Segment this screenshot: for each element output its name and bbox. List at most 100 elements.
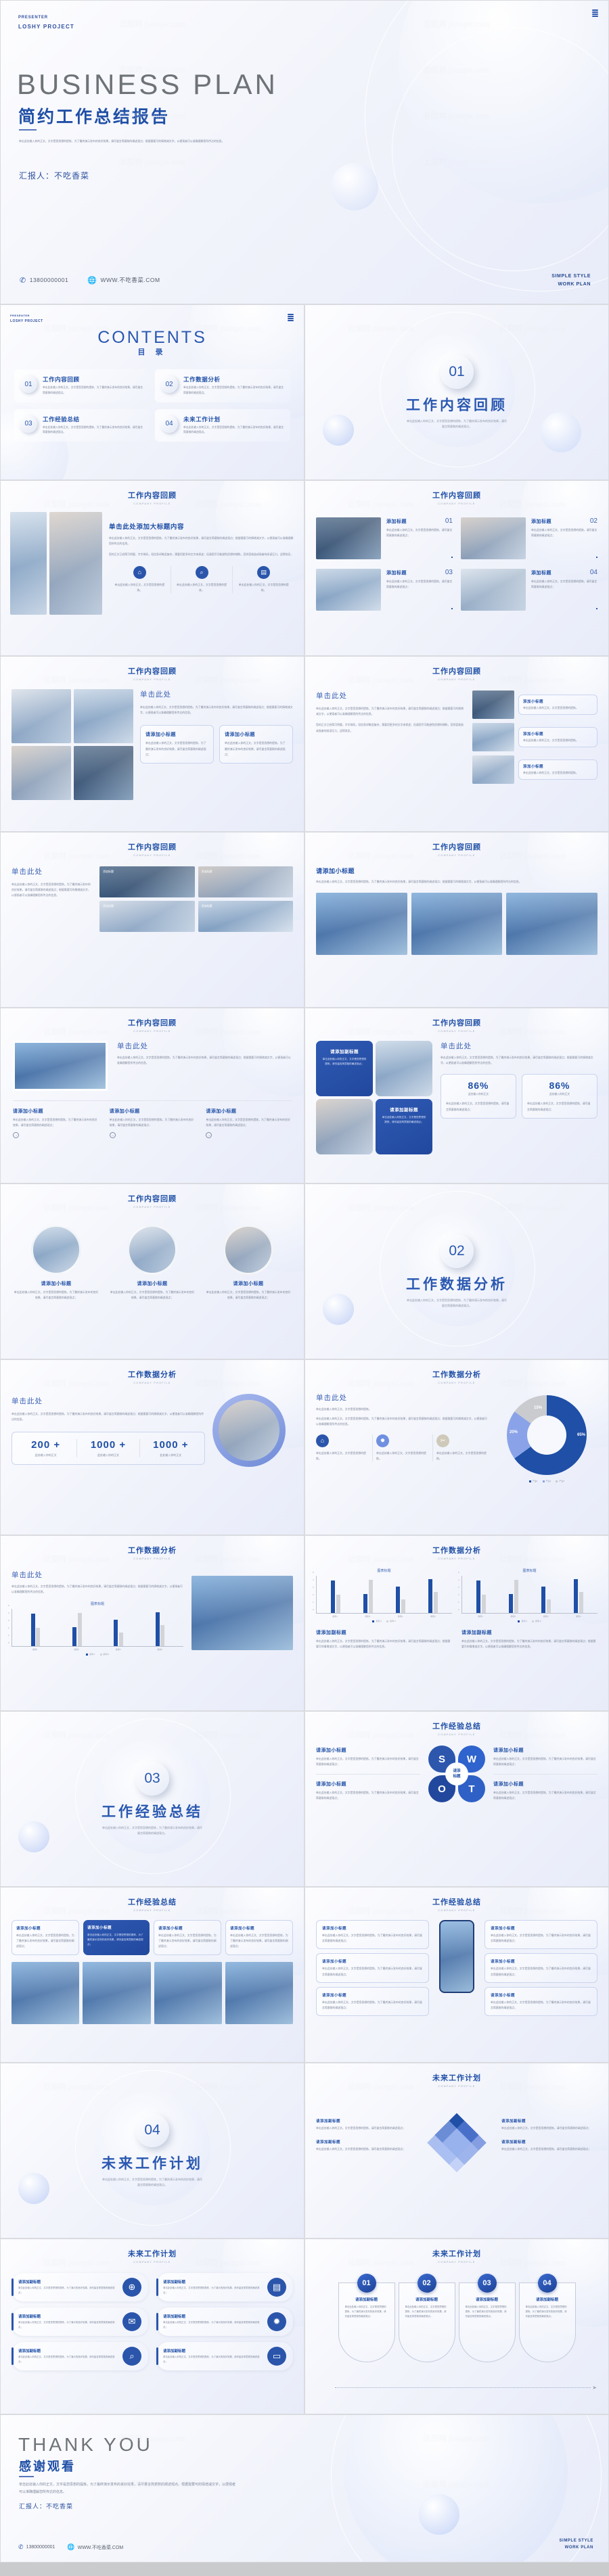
stat-item[interactable]: 200 + 此处输入你的正文 [15,1439,78,1458]
diamond-block[interactable]: 请添加副标题 单击此处输入你的正文，文字是您思想的提炼，请尽量言简意赅的阐述观点… [501,2139,597,2152]
swot-block[interactable]: 请添加小标题 单击此处输入你的正文，文字是您思想的提炼，为了最终演示发布的良好效… [493,1747,597,1767]
slide-content-list-rows[interactable]: 佳图网 jiatupic.com 佳图网 jiatupic.com 工作内容回顾 … [304,656,609,832]
contact-website[interactable]: 🌐 WWW.不吃香菜.COM [67,2544,123,2551]
stat-item[interactable]: 1000 + 此处输入你的正文 [77,1439,140,1458]
arrow-right-icon[interactable]: → [13,1132,19,1139]
step-number: 02 [417,2274,436,2293]
pill-item[interactable]: 请添加副标题 单击此处输入你的正文，文字是您思想的提炼，为了演示的良好效果，请尽… [12,2342,148,2370]
pill-item[interactable]: 请添加副标题 单击此处输入你的正文，文字是您思想的提炼，为了演示的良好效果，请尽… [156,2273,293,2301]
pill-item[interactable]: 请添加副标题 单击此处输入你的正文，文字是您思想的提炼，为了演示的良好效果，请尽… [12,2273,148,2301]
exp-row[interactable]: 请添加小标题 单击此处输入你的正文，文字是您思想的提炼，为了最终演示发布的良好效… [316,1953,429,1983]
menu-icon[interactable] [288,314,294,321]
pill-item[interactable]: 请添加副标题 单击此处输入你的正文，文字是您思想的提炼，为了演示的良好效果，请尽… [156,2308,293,2336]
circle-item[interactable]: 请添加小标题 单击此处输入你的正文，文字是您思想的提炼，为了最终演示发布的良好效… [13,1225,99,1301]
exp-box[interactable]: 请添加小标题 单击此处输入你的正文，文字是您思想的提炼，为了最终演示发布的良好效… [154,1920,221,1955]
timeline-step[interactable]: 02 请添加副标题 单击此处输入你的正文，文字是您思想的提炼，为了最终演示发布的… [398,2274,455,2362]
diamond-block[interactable]: 请添加副标题 单击此处输入你的正文，文字是您思想的提炼，请尽量言简意赅的阐述观点… [501,2118,597,2131]
contact-website[interactable]: 🌐 WWW.不吃香菜.COM [87,276,160,285]
contents-item[interactable]: 01 工作内容回顾 单击此处输入你的正文，文字是您思想的提炼，为了最终演示发布的良… [14,369,150,402]
exp-row[interactable]: 请添加小标题 单击此处输入你的正文，文字是您思想的提炼，为了最终演示发布的良好效… [316,1920,429,1950]
exp-row[interactable]: 请添加小标题 单击此处输入你的正文，文字是您思想的提炼，为了最终演示发布的良好效… [484,1986,597,2017]
slide-stats[interactable]: 佳图网 jiatupic.com 佳图网 jiatupic.com 工作数据分析 … [0,1359,304,1535]
box-title: 请添加小标题 [16,1927,41,1931]
slide-future-timeline[interactable]: 佳图网 jiatupic.com 佳图网 jiatupic.com 未来工作计划 … [304,2239,609,2414]
swot-block[interactable]: 请添加小标题 单击此处输入你的正文，文字是您思想的提炼，为了最终演示发布的良好效… [316,1781,420,1801]
feature-block[interactable]: 请添加小标题 单击此处输入你的正文，文字是您思想的提炼，为了最终演示发布的良好效… [109,1108,196,1139]
circle-item[interactable]: 请添加小标题 单击此处输入你的正文，文字是您思想的提炼，为了最终演示发布的良好效… [109,1225,196,1301]
slide-content-circles[interactable]: 佳图网 jiatupic.com 佳图网 jiatupic.com 工作内容回顾 … [0,1184,304,1359]
percent-card[interactable]: 86% 此处输入你的正文 单击此处输入你的正文，文字是您思想的提炼，请尽量言简意… [522,1074,597,1119]
gear-icon: ✹ [376,1434,389,1447]
feature-item[interactable]: ⌕ 单击此处输入你的正文，文字是您思想的提炼。 [171,565,233,594]
pill-item[interactable]: 请添加副标题 单击此处输入你的正文，文字是您思想的提炼，为了演示的良好效果，请尽… [12,2308,148,2336]
slide-content-mosaic[interactable]: 佳图网 jiatupic.com 佳图网 jiatupic.com 工作内容回顾 … [0,656,304,832]
exp-box-blue[interactable]: 请添加小标题 单击此处输入你的正文，文字是您思想的提炼，为了最终演示发布的良好效… [83,1920,150,1955]
slide-section-01[interactable]: 佳图网 jiatupic.com 佳图网 jiatupic.com 01 工作内容… [304,304,609,480]
slide-content-percent[interactable]: 佳图网 jiatupic.com 佳图网 jiatupic.com 工作内容回顾 … [304,1008,609,1184]
slide-future-pills[interactable]: 佳图网 jiatupic.com 佳图网 jiatupic.com 未来工作计划 … [0,2239,304,2414]
diamond-block[interactable]: 请添加副标题 单击此处输入你的正文，文字是您思想的提炼，请尽量言简意赅的阐述观点… [316,2139,412,2152]
photo-card[interactable]: 添加标题 01 单击此处输入你的正文，文字是您思想的提炼，请尽量言简意赅的阐述观… [316,517,453,559]
slide-section-03[interactable]: 佳图网 jiatupic.com 佳图网 jiatupic.com 03 工作经验… [0,1711,304,1887]
list-row[interactable]: 添加小标题 单击此处输入你的正文，文字是您思想的提炼。 [472,690,597,719]
swot-block[interactable]: 请添加小标题 单击此处输入你的正文，文字是您思想的提炼，为了最终演示发布的良好效… [316,1747,420,1767]
slide-section-04[interactable]: 佳图网 jiatupic.com 佳图网 jiatupic.com 04 未来工作… [0,2063,304,2239]
slide-content-grid-photos[interactable]: 佳图网 jiatupic.com 佳图网 jiatupic.com 工作内容回顾 … [0,832,304,1008]
info-box[interactable]: 请添加小标题 单击此处输入你的正文，文字是您思想的提炼，为了最终演示发布的良好效… [219,725,293,764]
slide-section-02[interactable]: 佳图网 jiatupic.com 佳图网 jiatupic.com 02 工作数据… [304,1184,609,1359]
photo-card[interactable]: 添加标题 04 单击此处输入你的正文，文字是您思想的提炼，请尽量言简意赅的阐述观… [461,569,597,611]
contents-item[interactable]: 04 未来工作计划 单击此处输入你的正文，文字是您思想的提炼，为了最终演示发布的良… [155,408,290,442]
list-row[interactable]: 添加小标题 单击此处输入你的正文，文字是您思想的提炼。 [472,723,597,751]
slide-contents[interactable]: 佳图网 jiatupic.com 佳图网 jiatupic.com PRESENT… [0,304,304,480]
pill-item[interactable]: 请添加副标题 单击此处输入你的正文，文字是您思想的提炼，为了演示的良好效果，请尽… [156,2342,293,2370]
contact-phone[interactable]: ✆ 13800000001 [18,2544,55,2551]
feature-item[interactable]: ✹ 单击此处输入你的正文，文字是您思想的提炼。 [373,1434,433,1462]
slide-donut-chart[interactable]: 佳图网 jiatupic.com 佳图网 jiatupic.com 工作数据分析 … [304,1359,609,1535]
exp-row[interactable]: 请添加小标题 单击此处输入你的正文，文字是您思想的提炼，为了最终演示发布的良好效… [484,1953,597,1983]
slide-content-photos-icons[interactable]: 佳图网 jiatupic.com 佳图网 jiatupic.com 工作内容回顾 … [0,480,304,656]
feature-block[interactable]: 请添加小标题 单击此处输入你的正文，文字是您思想的提炼，为了最终演示发布的良好效… [206,1108,292,1139]
feature-item[interactable]: ✂ 单击此处输入你的正文，文字是您思想的提炼。 [433,1434,489,1461]
exp-row[interactable]: 请添加小标题 单击此处输入你的正文，文字是您思想的提炼，为了最终演示发布的良好效… [316,1986,429,2017]
slide-experience-boxes[interactable]: 佳图网 jiatupic.com 佳图网 jiatupic.com 工作经验总结 … [0,1887,304,2063]
slide-experience-phone[interactable]: 佳图网 jiatupic.com 佳图网 jiatupic.com 工作经验总结 … [304,1887,609,2063]
stat-item[interactable]: 1000 + 此处输入你的正文 [140,1439,202,1457]
timeline-step[interactable]: 03 请添加副标题 单击此处输入你的正文，文字是您思想的提炼，为了最终演示发布的… [458,2274,516,2362]
feature-item[interactable]: ⌂ 单击此处输入你的正文，文字是您思想的提炼。 [316,1434,373,1462]
feature-item[interactable]: ⌂ 单击此处输入你的正文，文字是您思想的提炼。 [109,565,171,594]
slide-content-buildings[interactable]: 佳图网 jiatupic.com 佳图网 jiatupic.com 工作内容回顾 … [304,832,609,1008]
feature-item[interactable]: ▤ 单击此处输入你的正文，文字是您思想的提炼。 [233,565,294,593]
diamond-block[interactable]: 请添加副标题 单击此处输入你的正文，文字是您思想的提炼，请尽量言简意赅的阐述观点… [316,2118,412,2131]
arrow-right-icon[interactable]: → [206,1132,212,1139]
exp-box[interactable]: 请添加小标题 单击此处输入你的正文，文字是您思想的提炼，为了最终演示发布的良好效… [12,1920,79,1955]
list-row[interactable]: 添加小标题 单击此处输入你的正文，文字是您思想的提炼。 [472,755,597,784]
blue-card[interactable]: 请添加副标题 单击此处输入你的正文，文字是您思想的提炼，请尽量言简意赅的阐述观点… [316,1041,373,1096]
menu-icon[interactable] [592,9,598,17]
blue-card[interactable]: 请添加副标题 单击此处输入你的正文，文字是您思想的提炼，请尽量言简意赅的阐述观点… [376,1099,432,1154]
slide-swot[interactable]: 佳图网 jiatupic.com 佳图网 jiatupic.com 工作经验总结 … [304,1711,609,1887]
slide-thank-you[interactable]: 佳图网 jiatupic.com 佳图网 jiatupic.com 佳图网 ji… [0,2414,609,2562]
exp-box[interactable]: 请添加小标题 单击此处输入你的正文，文字是您思想的提炼，为了最终演示发布的良好效… [225,1920,293,1955]
slide-double-bar-charts[interactable]: 佳图网 jiatupic.com 佳图网 jiatupic.com 工作数据分析 … [304,1535,609,1711]
slide-future-diamond[interactable]: 佳图网 jiatupic.com 佳图网 jiatupic.com 未来工作计划 … [304,2063,609,2239]
exp-row[interactable]: 请添加小标题 单击此处输入你的正文，文字是您思想的提炼，为了最终演示发布的良好效… [484,1920,597,1950]
feature-block[interactable]: 请添加小标题 单击此处输入你的正文，文字是您思想的提炼，为了最终演示发布的良好效… [13,1108,99,1139]
info-box[interactable]: 请添加小标题 单击此处输入你的正文，文字是您思想的提炼，为了最终演示发布的良好效… [140,725,214,764]
feature-text: 单击此处输入你的正文，文字是您思想的提炼。 [376,1451,426,1460]
timeline-step[interactable]: 01 请添加副标题 单击此处输入你的正文，文字是您思想的提炼，为了最终演示发布的… [338,2274,395,2362]
circle-item[interactable]: 请添加小标题 单击此处输入你的正文，文字是您思想的提炼，为了最终演示发布的良好效… [205,1225,292,1301]
x-tick: 类别4 [430,1615,436,1618]
contents-item[interactable]: 03 工作经验总结 单击此处输入你的正文，文字是您思想的提炼，为了最终演示发布的良… [14,408,150,442]
slide-bar-chart-photo[interactable]: 佳图网 jiatupic.com 佳图网 jiatupic.com 工作数据分析 … [0,1535,304,1711]
contact-phone[interactable]: ✆ 13800000001 [20,276,68,285]
photo-card[interactable]: 添加标题 02 单击此处输入你的正文，文字是您思想的提炼，请尽量言简意赅的阐述观… [461,517,597,559]
arrow-right-icon[interactable]: → [109,1132,116,1139]
timeline-step[interactable]: 04 请添加副标题 单击此处输入你的正文，文字是您思想的提炼，为了最终演示发布的… [518,2274,576,2362]
percent-card[interactable]: 86% 此处输入你的正文 单击此处输入你的正文，文字是您思想的提炼，请尽量言简意… [441,1074,516,1119]
slide-content-4cards[interactable]: 佳图网 jiatupic.com 佳图网 jiatupic.com 工作内容回顾 … [304,480,609,656]
swot-block[interactable]: 请添加小标题 单击此处输入你的正文，文字是您思想的提炼，为了最终演示发布的良好效… [493,1781,597,1801]
contents-item[interactable]: 02 工作数据分析 单击此处输入你的正文，文字是您思想的提炼，为了最终演示发布的良… [155,369,290,402]
slide-cover[interactable]: 佳图网 jiatupic.com 佳图网 jiatupic.com 佳图网 ji… [0,0,609,304]
photo-card[interactable]: 添加标题 03 单击此处输入你的正文，文字是您思想的提炼，请尽量言简意赅的阐述观… [316,569,453,611]
slide-content-building-blocks[interactable]: 佳图网 jiatupic.com 佳图网 jiatupic.com 工作内容回顾 … [0,1008,304,1184]
